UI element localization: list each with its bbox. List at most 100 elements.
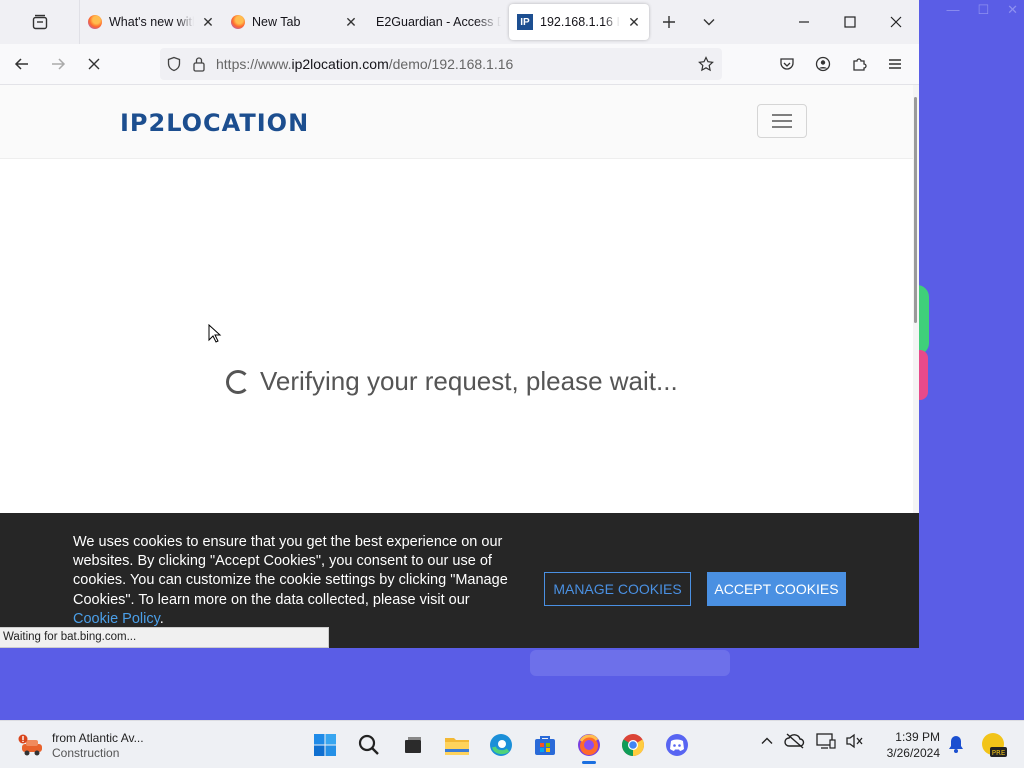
weather-badge-text: PRE <box>992 749 1006 757</box>
display-icon[interactable] <box>816 733 836 749</box>
account-icon <box>815 56 831 72</box>
news-subtitle: Construction <box>52 746 120 760</box>
back-button[interactable] <box>4 48 40 80</box>
discord-icon <box>666 734 688 756</box>
minimize-icon <box>799 21 809 23</box>
manage-cookies-button[interactable]: MANAGE COOKIES <box>544 572 691 606</box>
store-icon <box>535 736 555 755</box>
close-tab-icon[interactable]: ✕ <box>344 14 358 31</box>
lock-icon[interactable] <box>192 56 206 72</box>
edge-icon <box>490 734 512 756</box>
loading-indicator: Verifying your request, please wait... <box>226 366 678 397</box>
hamburger-icon <box>889 59 901 69</box>
scrollbar-thumb[interactable] <box>914 97 917 323</box>
tab-label: New Tab <box>252 15 301 29</box>
firefox-taskbar-button[interactable] <box>569 725 609 765</box>
chevron-up-icon[interactable] <box>760 734 774 748</box>
news-widget[interactable]: from Atlantic Av... Construction <box>18 731 144 761</box>
chrome-button[interactable] <box>613 725 653 765</box>
tab-label: What's new with Firefox <box>109 15 194 29</box>
close-window-button[interactable] <box>873 0 919 44</box>
search-icon <box>358 734 379 755</box>
discord-button[interactable] <box>657 725 697 765</box>
pocket-icon <box>780 58 794 70</box>
close-icon <box>890 16 902 28</box>
window-controls <box>781 0 919 44</box>
tab-overview-button[interactable] <box>0 0 80 44</box>
tab-new-tab[interactable]: New Tab ✕ <box>223 4 366 40</box>
tab-label: 192.168.1.16 IP Address <box>540 15 620 29</box>
account-button[interactable] <box>807 48 839 80</box>
system-tray <box>760 733 864 749</box>
start-button[interactable] <box>305 725 345 765</box>
weather-widget-icon[interactable]: PRE <box>980 731 1008 759</box>
url-host: ip2location.com <box>291 56 389 72</box>
file-explorer-button[interactable] <box>437 725 477 765</box>
extensions-button[interactable] <box>843 48 875 80</box>
url-path: /demo/192.168.1.16 <box>388 56 514 72</box>
browser-window: What's new with Firefox ✕ New Tab ✕ E2Gu… <box>0 0 919 648</box>
tab-ip2location[interactable]: IP 192.168.1.16 IP Address ✕ <box>509 4 649 40</box>
edge-button[interactable] <box>481 725 521 765</box>
desktop-wallpaper-shape <box>530 650 730 676</box>
pocket-button[interactable] <box>771 48 803 80</box>
toolbar-right <box>771 48 911 80</box>
close-tab-icon[interactable]: ✕ <box>627 14 641 31</box>
tab-label: E2Guardian - Access Denied <box>376 15 501 29</box>
tab-whats-new[interactable]: What's new with Firefox ✕ <box>80 4 223 40</box>
cookie-policy-link[interactable]: Cookie Policy <box>73 611 160 627</box>
cookie-message: We uses cookies to ensure that you get t… <box>73 533 515 629</box>
cookie-text: We uses cookies to ensure that you get t… <box>73 534 508 608</box>
minimize-button[interactable] <box>781 0 827 44</box>
news-title: from Atlantic Av... <box>52 731 144 745</box>
menu-button[interactable] <box>879 48 911 80</box>
background-window-controls: — ☐ ✕ <box>946 2 1018 17</box>
loading-message: Verifying your request, please wait... <box>260 366 678 396</box>
url-prefix: https://www. <box>216 56 292 72</box>
onedrive-offline-icon[interactable] <box>784 733 806 749</box>
task-view-icon <box>405 737 421 753</box>
maximize-icon <box>844 16 856 28</box>
folder-icon <box>445 738 469 755</box>
firefox-icon <box>88 15 102 29</box>
forward-button[interactable] <box>40 48 76 80</box>
maximize-button[interactable] <box>827 0 873 44</box>
accept-cookies-button[interactable]: ACCEPT COOKIES <box>707 572 846 606</box>
bookmark-button[interactable] <box>696 54 716 74</box>
plus-icon <box>663 16 675 28</box>
volume-muted-icon[interactable] <box>846 733 864 749</box>
system-clock[interactable]: 1:39 PM 3/26/2024 <box>878 729 940 761</box>
arrow-left-icon <box>14 58 28 70</box>
chevron-down-icon <box>703 19 715 26</box>
site-logo[interactable]: IP2LOCATION <box>120 109 309 137</box>
new-tab-button[interactable] <box>649 4 689 40</box>
chrome-icon <box>622 734 644 756</box>
search-button[interactable] <box>349 725 389 765</box>
notification-bell-icon[interactable] <box>948 735 964 753</box>
list-all-tabs-button[interactable] <box>689 4 729 40</box>
close-tab-icon[interactable]: ✕ <box>201 14 215 31</box>
status-bar: Waiting for bat.bing.com... <box>0 627 329 648</box>
firefox-icon <box>578 734 600 756</box>
traffic-alert-icon <box>18 733 44 759</box>
navigation-toolbar: https://www. ip2location.com/demo/192.168… <box>0 44 919 85</box>
news-text: from Atlantic Av... Construction <box>52 731 144 761</box>
task-view-button[interactable] <box>393 725 433 765</box>
stop-reload-button[interactable] <box>76 48 112 80</box>
hamburger-icon <box>772 114 792 128</box>
mouse-cursor-icon <box>208 324 222 343</box>
ip-icon: IP <box>517 14 533 30</box>
site-header: IP2LOCATION <box>0 85 913 159</box>
store-button[interactable] <box>525 725 565 765</box>
clock-time: 1:39 PM <box>895 730 940 744</box>
site-menu-toggle[interactable] <box>757 104 807 138</box>
puzzle-icon <box>853 58 867 71</box>
address-bar[interactable]: https://www. ip2location.com/demo/192.168… <box>160 48 722 80</box>
tab-e2guardian[interactable]: E2Guardian - Access Denied <box>366 4 509 40</box>
tab-list-icon <box>32 14 47 30</box>
arrow-right-icon <box>52 58 66 70</box>
spinner-icon <box>226 369 250 394</box>
shield-icon[interactable] <box>166 56 182 72</box>
star-icon <box>698 56 714 72</box>
cookie-text-end: . <box>159 610 164 627</box>
